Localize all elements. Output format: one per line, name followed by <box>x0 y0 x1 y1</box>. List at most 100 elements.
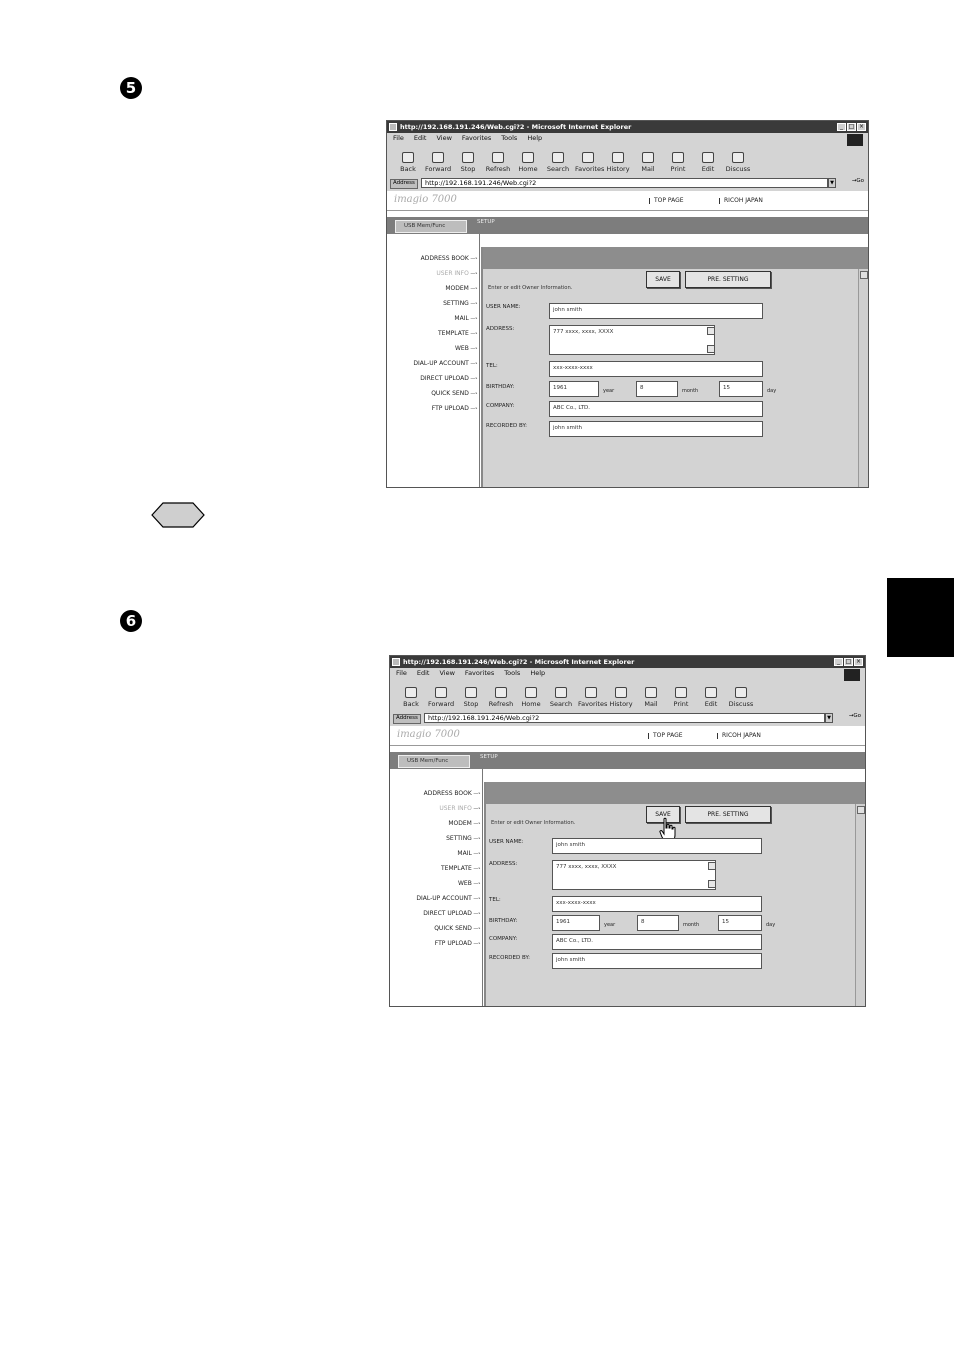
ricoh-japan-link[interactable]: RICOH JAPAN <box>719 198 763 204</box>
birthday-month-input[interactable]: 8 <box>636 381 678 397</box>
menu-direct-upload[interactable]: DIRECT UPLOAD <box>420 376 479 382</box>
address-dropdown-icon[interactable]: ▼ <box>825 713 833 723</box>
menu-mail[interactable]: MAIL <box>454 316 479 322</box>
top-page-link[interactable]: TOP PAGE <box>648 733 683 739</box>
menu-view[interactable]: View <box>439 670 454 677</box>
recorded-by-input[interactable]: john smith <box>552 953 762 969</box>
toolbar-print-button[interactable]: Print <box>665 151 691 176</box>
toolbar-stop-button[interactable]: Stop <box>458 686 484 711</box>
toolbar-search-button[interactable]: Search <box>545 151 571 176</box>
go-button[interactable]: →Go <box>849 713 861 720</box>
birthday-day-input[interactable]: 15 <box>719 381 763 397</box>
birthday-year-input[interactable]: 1961 <box>549 381 599 397</box>
menu-edit[interactable]: Edit <box>414 135 427 142</box>
toolbar-edit-button[interactable]: Edit <box>695 151 721 176</box>
minimize-button[interactable]: _ <box>837 123 846 131</box>
menu-web[interactable]: WEB <box>458 881 482 887</box>
toolbar-favorites-button[interactable]: Favorites <box>578 686 607 711</box>
ricoh-japan-link[interactable]: RICOH JAPAN <box>717 733 761 739</box>
menu-ftp-upload[interactable]: FTP UPLOAD <box>432 406 479 412</box>
toolbar-favorites-button[interactable]: Favorites <box>575 151 604 176</box>
user-name-input[interactable]: john smith <box>549 303 763 319</box>
company-input[interactable]: ABC Co., LTD. <box>552 934 762 950</box>
toolbar-mail-button[interactable]: Mail <box>638 686 664 711</box>
menu-file[interactable]: File <box>396 670 407 677</box>
go-button[interactable]: →Go <box>852 178 864 185</box>
toolbar-discuss-button[interactable]: Discuss <box>728 686 754 711</box>
address-input[interactable]: http://192.168.191.246/Web.cgi?2 <box>421 178 828 188</box>
menu-user-info[interactable]: USER INFO <box>439 806 482 812</box>
toolbar-back-button[interactable]: Back <box>398 686 424 711</box>
address-dropdown-icon[interactable]: ▼ <box>828 178 836 188</box>
tel-input[interactable]: xxx-xxxx-xxxx <box>549 361 763 377</box>
menu-template[interactable]: TEMPLATE <box>441 866 482 872</box>
menu-user-info[interactable]: USER INFO <box>436 271 479 277</box>
toolbar-stop-button[interactable]: Stop <box>455 151 481 176</box>
toolbar-search-button[interactable]: Search <box>548 686 574 711</box>
toolbar-forward-button[interactable]: Forward <box>428 686 454 711</box>
vertical-scrollbar[interactable] <box>858 269 868 487</box>
textarea-scroll-up-icon[interactable] <box>708 862 716 870</box>
toolbar-history-button[interactable]: History <box>605 151 631 176</box>
toolbar-mail-button[interactable]: Mail <box>635 151 661 176</box>
menu-dial-up-account[interactable]: DIAL-UP ACCOUNT <box>413 361 479 367</box>
minimize-button[interactable]: _ <box>834 658 843 666</box>
textarea-scroll-down-icon[interactable] <box>707 345 715 353</box>
birthday-year-input[interactable]: 1961 <box>552 915 600 931</box>
toolbar-edit-button[interactable]: Edit <box>698 686 724 711</box>
top-page-link[interactable]: TOP PAGE <box>649 198 684 204</box>
toolbar-refresh-button[interactable]: Refresh <box>485 151 511 176</box>
menu-address-book[interactable]: ADDRESS BOOK <box>421 256 479 262</box>
menu-help[interactable]: Help <box>527 135 542 142</box>
toolbar-print-button[interactable]: Print <box>668 686 694 711</box>
birthday-day-input[interactable]: 15 <box>718 915 762 931</box>
vertical-scrollbar[interactable] <box>855 804 865 1006</box>
toolbar-history-button[interactable]: History <box>608 686 634 711</box>
menu-dial-up-account[interactable]: DIAL-UP ACCOUNT <box>416 896 482 902</box>
tab-setup[interactable]: SETUP <box>477 219 495 226</box>
save-button[interactable]: SAVE <box>646 271 680 288</box>
menu-modem[interactable]: MODEM <box>448 821 482 827</box>
tab-usb-mem-func[interactable]: USB Mem/Func <box>398 755 470 768</box>
menu-ftp-upload[interactable]: FTP UPLOAD <box>435 941 482 947</box>
tel-input[interactable]: xxx-xxxx-xxxx <box>552 896 762 912</box>
menu-template[interactable]: TEMPLATE <box>438 331 479 337</box>
menu-mail[interactable]: MAIL <box>457 851 482 857</box>
menu-address-book[interactable]: ADDRESS BOOK <box>424 791 482 797</box>
menu-tools[interactable]: Tools <box>504 670 520 677</box>
toolbar-home-button[interactable]: Home <box>515 151 541 176</box>
tab-usb-mem-func[interactable]: USB Mem/Func <box>395 220 467 233</box>
menu-favorites[interactable]: Favorites <box>465 670 494 677</box>
recorded-by-input[interactable]: john smith <box>549 421 763 437</box>
close-button[interactable]: × <box>857 123 866 131</box>
toolbar-discuss-button[interactable]: Discuss <box>725 151 751 176</box>
menu-modem[interactable]: MODEM <box>445 286 479 292</box>
menu-web[interactable]: WEB <box>455 346 479 352</box>
toolbar-refresh-button[interactable]: Refresh <box>488 686 514 711</box>
birthday-month-input[interactable]: 8 <box>637 915 679 931</box>
menu-setting[interactable]: SETTING <box>446 836 482 842</box>
menu-edit[interactable]: Edit <box>417 670 430 677</box>
close-button[interactable]: × <box>854 658 863 666</box>
textarea-scroll-up-icon[interactable] <box>707 327 715 335</box>
toolbar-home-button[interactable]: Home <box>518 686 544 711</box>
address-textarea[interactable]: 777 xxxx, xxxx, XXXX <box>549 325 715 355</box>
menu-help[interactable]: Help <box>530 670 545 677</box>
pre-setting-button[interactable]: PRE. SETTING <box>685 806 771 823</box>
maximize-button[interactable]: □ <box>844 658 853 666</box>
menu-tools[interactable]: Tools <box>501 135 517 142</box>
pre-setting-button[interactable]: PRE. SETTING <box>685 271 771 288</box>
tab-setup[interactable]: SETUP <box>480 754 498 761</box>
menu-setting[interactable]: SETTING <box>443 301 479 307</box>
menu-direct-upload[interactable]: DIRECT UPLOAD <box>423 911 482 917</box>
maximize-button[interactable]: □ <box>847 123 856 131</box>
menu-file[interactable]: File <box>393 135 404 142</box>
textarea-scroll-down-icon[interactable] <box>708 880 716 888</box>
toolbar-forward-button[interactable]: Forward <box>425 151 451 176</box>
user-name-input[interactable]: john smith <box>552 838 762 854</box>
menu-favorites[interactable]: Favorites <box>462 135 491 142</box>
menu-quick-send[interactable]: QUICK SEND <box>431 391 479 397</box>
address-input[interactable]: http://192.168.191.246/Web.cgi?2 <box>424 713 825 723</box>
menu-quick-send[interactable]: QUICK SEND <box>434 926 482 932</box>
menu-view[interactable]: View <box>436 135 451 142</box>
